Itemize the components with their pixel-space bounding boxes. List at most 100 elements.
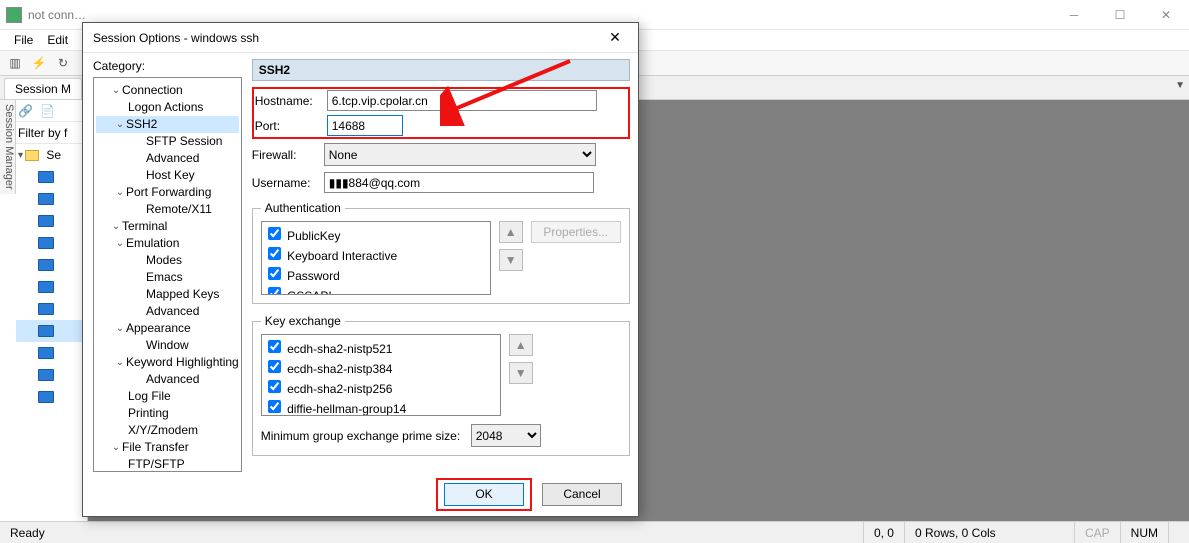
menu-edit[interactable]: Edit	[47, 33, 68, 47]
hostname-label: Hostname:	[255, 94, 327, 108]
session-icon[interactable]	[38, 391, 54, 403]
dialog-footer: OK Cancel	[83, 472, 638, 516]
tree-keyword-highlighting[interactable]: Keyword Highlighting	[126, 354, 239, 371]
session-icon[interactable]	[38, 325, 54, 337]
kex-item[interactable]: diffie-hellman-group14	[264, 397, 498, 416]
firewall-select[interactable]: None	[324, 143, 596, 166]
tree-xyzmodem[interactable]: X/Y/Zmodem	[128, 422, 198, 439]
tree-port-forwarding[interactable]: Port Forwarding	[126, 184, 211, 201]
key-exchange-list[interactable]: ecdh-sha2-nistp521 ecdh-sha2-nistp384 ec…	[261, 334, 501, 416]
link-icon[interactable]: 🔗	[18, 104, 33, 118]
status-cap: CAP	[1074, 522, 1120, 543]
ok-button[interactable]: OK	[444, 483, 524, 506]
tree-advanced[interactable]: Advanced	[146, 150, 199, 167]
session-icon[interactable]	[38, 215, 54, 227]
port-input[interactable]	[327, 115, 403, 136]
tree-toggle-icon[interactable]: ⌄	[110, 82, 122, 99]
tree-toggle-icon[interactable]: ⌄	[114, 235, 126, 252]
category-tree[interactable]: ⌄Connection Logon Actions ⌄SSH2 SFTP Ses…	[93, 77, 242, 472]
doc-icon[interactable]: 📄	[40, 104, 55, 118]
min-group-select[interactable]: 2048	[471, 424, 541, 447]
folder-icon	[25, 150, 39, 161]
tree-ftp-sftp[interactable]: FTP/SFTP	[128, 456, 185, 472]
session-icon[interactable]	[38, 237, 54, 249]
tree-advanced-2[interactable]: Advanced	[146, 303, 199, 320]
kex-item[interactable]: ecdh-sha2-nistp521	[264, 337, 498, 357]
tree-log-file[interactable]: Log File	[128, 388, 171, 405]
status-rows: 0 Rows, 0 Cols	[904, 522, 1074, 543]
kex-move-down-button[interactable]: ▼	[509, 362, 533, 384]
tree-file-transfer[interactable]: File Transfer	[122, 439, 189, 456]
cancel-button[interactable]: Cancel	[542, 483, 622, 506]
tree-advanced-3[interactable]: Advanced	[146, 371, 199, 388]
session-icon[interactable]	[38, 193, 54, 205]
tree-expand-icon[interactable]: ▾	[18, 150, 23, 161]
tree-toggle-icon[interactable]: ⌄	[114, 184, 126, 201]
tree-connection[interactable]: Connection	[122, 82, 183, 99]
status-num: NUM	[1120, 522, 1168, 543]
tree-sftp-session[interactable]: SFTP Session	[146, 133, 222, 150]
tab-session-manager[interactable]: Session M	[4, 78, 82, 99]
filter-row: Filter by f	[16, 122, 87, 144]
firewall-label: Firewall:	[252, 148, 324, 162]
menu-file[interactable]: File	[14, 33, 33, 47]
session-manager-vertical-tab[interactable]: Session Manager	[0, 100, 16, 194]
tree-toggle-icon[interactable]: ⌄	[114, 320, 126, 337]
key-exchange-fieldset: Key exchange ecdh-sha2-nistp521 ecdh-sha…	[252, 314, 630, 456]
username-input[interactable]	[324, 172, 594, 193]
refresh-icon[interactable]: ↻	[54, 54, 72, 72]
lightning-icon[interactable]: ⚡	[30, 54, 48, 72]
auth-keyboard-interactive[interactable]: Keyboard Interactive	[264, 244, 488, 264]
auth-password[interactable]: Password	[264, 264, 488, 284]
tree-emacs[interactable]: Emacs	[146, 269, 183, 286]
maximize-button[interactable]: ☐	[1097, 0, 1143, 30]
tree-appearance[interactable]: Appearance	[126, 320, 191, 337]
hostname-input[interactable]	[327, 90, 597, 111]
tree-ssh2[interactable]: SSH2	[126, 116, 157, 133]
tree-emulation[interactable]: Emulation	[126, 235, 179, 252]
dialog-title: Session Options - windows ssh	[93, 31, 600, 45]
close-button[interactable]: ✕	[1143, 0, 1189, 30]
session-icon[interactable]	[38, 281, 54, 293]
auth-gssapi[interactable]: GSSAPI	[264, 284, 488, 295]
session-manager-panel: 🔗 📄 Filter by f ▾ Se	[16, 100, 88, 521]
session-icon[interactable]	[38, 347, 54, 359]
toolbar-icon-1[interactable]: ▥	[6, 54, 24, 72]
tab-dropdown-icon[interactable]: ▼	[1175, 80, 1185, 91]
status-pos: 0, 0	[863, 522, 904, 543]
authentication-fieldset: Authentication PublicKey Keyboard Intera…	[252, 201, 630, 304]
ssh2-section-header: SSH2	[252, 59, 630, 81]
key-exchange-legend: Key exchange	[261, 314, 345, 328]
session-icon[interactable]	[38, 303, 54, 315]
properties-button: Properties...	[531, 221, 621, 243]
tree-window[interactable]: Window	[146, 337, 189, 354]
tree-mapped-keys[interactable]: Mapped Keys	[146, 286, 219, 303]
username-label: Username:	[252, 176, 324, 190]
auth-move-down-button[interactable]: ▼	[499, 249, 523, 271]
tree-printing[interactable]: Printing	[128, 405, 169, 422]
session-options-dialog: Session Options - windows ssh ✕ Category…	[82, 22, 639, 517]
auth-publickey[interactable]: PublicKey	[264, 224, 488, 244]
kex-move-up-button[interactable]: ▲	[509, 334, 533, 356]
tree-remote-x11[interactable]: Remote/X11	[146, 201, 212, 218]
session-icon[interactable]	[38, 171, 54, 183]
authentication-list[interactable]: PublicKey Keyboard Interactive Password …	[261, 221, 491, 295]
tree-toggle-icon[interactable]: ⌄	[110, 218, 122, 235]
auth-move-up-button[interactable]: ▲	[499, 221, 523, 243]
window-title: not conn…	[28, 8, 1051, 22]
session-icon[interactable]	[38, 259, 54, 271]
minimize-button[interactable]: ─	[1051, 0, 1097, 30]
tree-modes[interactable]: Modes	[146, 252, 182, 269]
tree-toggle-icon[interactable]: ⌄	[110, 439, 122, 456]
kex-item[interactable]: ecdh-sha2-nistp384	[264, 357, 498, 377]
kex-item[interactable]: ecdh-sha2-nistp256	[264, 377, 498, 397]
tree-terminal[interactable]: Terminal	[122, 218, 167, 235]
session-icon[interactable]	[38, 369, 54, 381]
tree-toggle-icon[interactable]: ⌄	[114, 116, 126, 133]
tree-host-key[interactable]: Host Key	[146, 167, 195, 184]
dialog-close-icon[interactable]: ✕	[600, 29, 630, 46]
tree-logon-actions[interactable]: Logon Actions	[128, 99, 203, 116]
tree-toggle-icon[interactable]: ⌄	[114, 354, 126, 371]
status-bar: Ready 0, 0 0 Rows, 0 Cols CAP NUM	[0, 521, 1189, 543]
filter-label: Filter by f	[18, 126, 67, 140]
